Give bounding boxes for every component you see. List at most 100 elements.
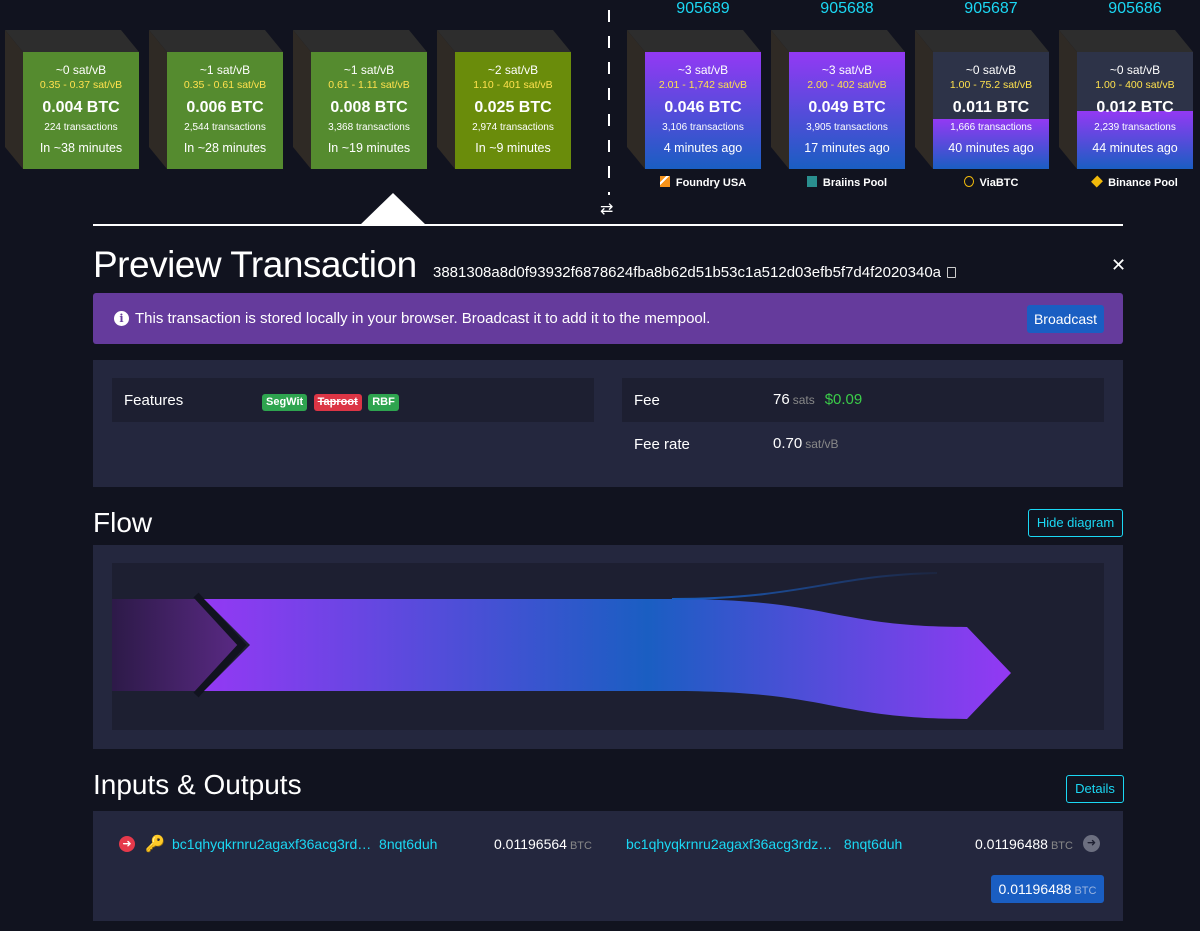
mempool-block[interactable]: ~1 sat/vB 0.61 - 1.11 sat/vB 0.008 BTC 3… xyxy=(293,30,427,169)
mempool-divider xyxy=(608,10,610,195)
broadcast-button[interactable]: Broadcast xyxy=(1027,305,1104,333)
rbf-badge[interactable]: RBF xyxy=(368,394,399,411)
block-eta: In ~28 minutes xyxy=(183,141,267,155)
block-median-fee: ~1 sat/vB xyxy=(199,63,251,77)
section-divider xyxy=(93,224,1123,226)
block-face: ~2 sat/vB 1.10 - 401 sat/vB 0.025 BTC 2,… xyxy=(455,52,571,169)
feature-badges: SegWit Taproot RBF xyxy=(262,392,401,411)
block-size: 0.004 BTC xyxy=(42,99,120,116)
block-size: 0.006 BTC xyxy=(186,99,264,116)
block-tx-count: 2,974 transactions xyxy=(472,122,554,133)
input-address[interactable]: bc1qhyqkrnru2agaxf36acg3rd… 8nqt6duh xyxy=(172,836,437,852)
fee-usd: $0.09 xyxy=(824,391,863,408)
block-fee-range: 1.00 - 400 sat/vB xyxy=(1095,79,1175,91)
mining-pool[interactable]: Foundry USA xyxy=(645,176,761,189)
mined-block[interactable]: 905687 ~0 sat/vB 1.00 - 75.2 sat/vB 0.01… xyxy=(915,0,1049,189)
block-size: 0.025 BTC xyxy=(474,99,552,116)
block-face: ~1 sat/vB 0.61 - 1.11 sat/vB 0.008 BTC 3… xyxy=(311,52,427,169)
copy-icon[interactable] xyxy=(947,267,957,278)
hide-diagram-button[interactable]: Hide diagram xyxy=(1028,509,1123,537)
alert-text: This transaction is stored locally in yo… xyxy=(135,310,711,327)
block-median-fee: ~3 sat/vB xyxy=(821,63,873,77)
features-row: Features SegWit Taproot RBF xyxy=(112,378,594,422)
block-fee-range: 0.61 - 1.11 sat/vB xyxy=(328,79,410,91)
foundry-icon xyxy=(659,176,670,187)
mining-pool[interactable]: Binance Pool xyxy=(1077,175,1193,189)
block-time: 40 minutes ago xyxy=(948,141,1034,155)
block-height[interactable]: 905689 xyxy=(645,0,761,18)
info-icon: i xyxy=(114,311,129,326)
block-fee-range: 0.35 - 0.37 sat/vB xyxy=(39,79,123,91)
block-face: ~3 sat/vB 2.01 - 1,742 sat/vB 0.046 BTC … xyxy=(645,52,761,169)
block-median-fee: ~0 sat/vB xyxy=(55,63,107,77)
block-median-fee: ~2 sat/vB xyxy=(487,63,539,77)
block-height[interactable]: 905688 xyxy=(789,0,905,18)
fee-unit: sats xyxy=(792,393,815,407)
block-size: 0.012 BTC xyxy=(1096,99,1174,116)
block-eta: In ~38 minutes xyxy=(39,141,123,155)
block-fee-range: 1.00 - 75.2 sat/vB xyxy=(949,79,1033,91)
fee-value: 76 sats $0.09 xyxy=(773,391,863,408)
txid-text: 3881308a8d0f93932f6878624fba8b62d51b53c1… xyxy=(433,264,942,281)
features-label: Features xyxy=(124,392,184,409)
segwit-badge[interactable]: SegWit xyxy=(262,394,308,411)
block-height[interactable]: 905686 xyxy=(1077,0,1193,18)
inputs-outputs: ➜ 🔑 bc1qhyqkrnru2agaxf36acg3rd… 8nqt6duh… xyxy=(93,811,1123,921)
output-amount: 0.01196488 BTC xyxy=(975,836,1073,852)
block-fee-range: 1.10 - 401 sat/vB xyxy=(473,79,553,91)
block-face: ~3 sat/vB 2.00 - 402 sat/vB 0.049 BTC 3,… xyxy=(789,52,905,169)
block-size: 0.008 BTC xyxy=(330,99,408,116)
block-tx-count: 224 transactions xyxy=(44,122,118,133)
block-height[interactable]: 905687 xyxy=(933,0,1049,18)
block-fee-range: 2.00 - 402 sat/vB xyxy=(807,79,887,91)
mempool-block[interactable]: ~0 sat/vB 0.35 - 0.37 sat/vB 0.004 BTC 2… xyxy=(5,30,139,169)
flow-title: Flow xyxy=(93,507,153,538)
transaction-details: Features SegWit Taproot RBF Fee 76 sats $0… xyxy=(93,360,1123,487)
close-icon[interactable]: ✕ xyxy=(1111,255,1126,276)
selected-block-arrow xyxy=(359,193,427,226)
taproot-badge[interactable]: Taproot xyxy=(313,394,362,411)
block-tx-count: 3,106 transactions xyxy=(662,122,744,133)
block-time: 44 minutes ago xyxy=(1092,141,1178,155)
block-size: 0.011 BTC xyxy=(952,99,1030,116)
fee-rate-unit: sat/vB xyxy=(805,437,839,451)
flow-diagram xyxy=(93,545,1123,749)
details-button[interactable]: Details xyxy=(1066,775,1124,803)
mempool-block[interactable]: ~2 sat/vB 1.10 - 401 sat/vB 0.025 BTC 2,… xyxy=(437,30,571,169)
page-title: Preview Transaction xyxy=(93,244,417,285)
arrow-right-circle-icon[interactable]: ➜ xyxy=(119,836,135,852)
block-tx-count: 3,368 transactions xyxy=(328,122,410,133)
block-fee-range: 0.35 - 0.61 sat/vB xyxy=(183,79,267,91)
flow-svg xyxy=(112,563,1104,730)
viabtc-icon xyxy=(963,176,974,187)
local-storage-alert: i This transaction is stored locally in … xyxy=(93,293,1123,344)
mined-block[interactable]: 905686 ~0 sat/vB 1.00 - 400 sat/vB 0.012… xyxy=(1059,0,1193,189)
block-face: ~0 sat/vB 1.00 - 400 sat/vB 0.012 BTC 2,… xyxy=(1077,52,1193,169)
key-icon: 🔑 xyxy=(145,836,165,853)
arrow-right-circle-icon[interactable]: ➜ xyxy=(1083,835,1100,852)
block-eta: In ~19 minutes xyxy=(327,141,411,155)
block-tx-count: 1,666 transactions xyxy=(950,122,1032,133)
block-tx-count: 3,905 transactions xyxy=(806,122,888,133)
input-amount: 0.01196564 BTC xyxy=(494,836,592,852)
mining-pool[interactable]: Braiins Pool xyxy=(789,176,905,189)
io-title: Inputs & Outputs xyxy=(93,769,302,800)
mining-pool[interactable]: ViaBTC xyxy=(933,176,1049,189)
fee-row: Fee 76 sats $0.09 xyxy=(622,378,1104,422)
block-median-fee: ~0 sat/vB xyxy=(1109,63,1161,77)
block-time: 17 minutes ago xyxy=(804,141,890,155)
fee-rate-label: Fee rate xyxy=(634,436,690,453)
mempool-block[interactable]: ~1 sat/vB 0.35 - 0.61 sat/vB 0.006 BTC 2… xyxy=(149,30,283,169)
block-median-fee: ~0 sat/vB xyxy=(965,63,1017,77)
output-address[interactable]: bc1qhyqkrnru2agaxf36acg3rdz… 8nqt6duh xyxy=(626,836,902,852)
block-median-fee: ~1 sat/vB xyxy=(343,63,395,77)
mined-block[interactable]: 905689 ~3 sat/vB 2.01 - 1,742 sat/vB 0.0… xyxy=(627,0,761,189)
block-time: 4 minutes ago xyxy=(663,141,743,155)
braiins-icon xyxy=(806,176,817,187)
block-median-fee: ~3 sat/vB xyxy=(677,63,729,77)
mined-block[interactable]: 905688 ~3 sat/vB 2.00 - 402 sat/vB 0.049… xyxy=(771,0,905,189)
fee-rate-value: 0.70 sat/vB xyxy=(773,435,839,452)
swap-arrows-icon[interactable]: ⇄ xyxy=(600,199,613,219)
binance-icon xyxy=(1091,175,1104,188)
fee-rate-row: Fee rate 0.70 sat/vB xyxy=(622,422,1104,466)
